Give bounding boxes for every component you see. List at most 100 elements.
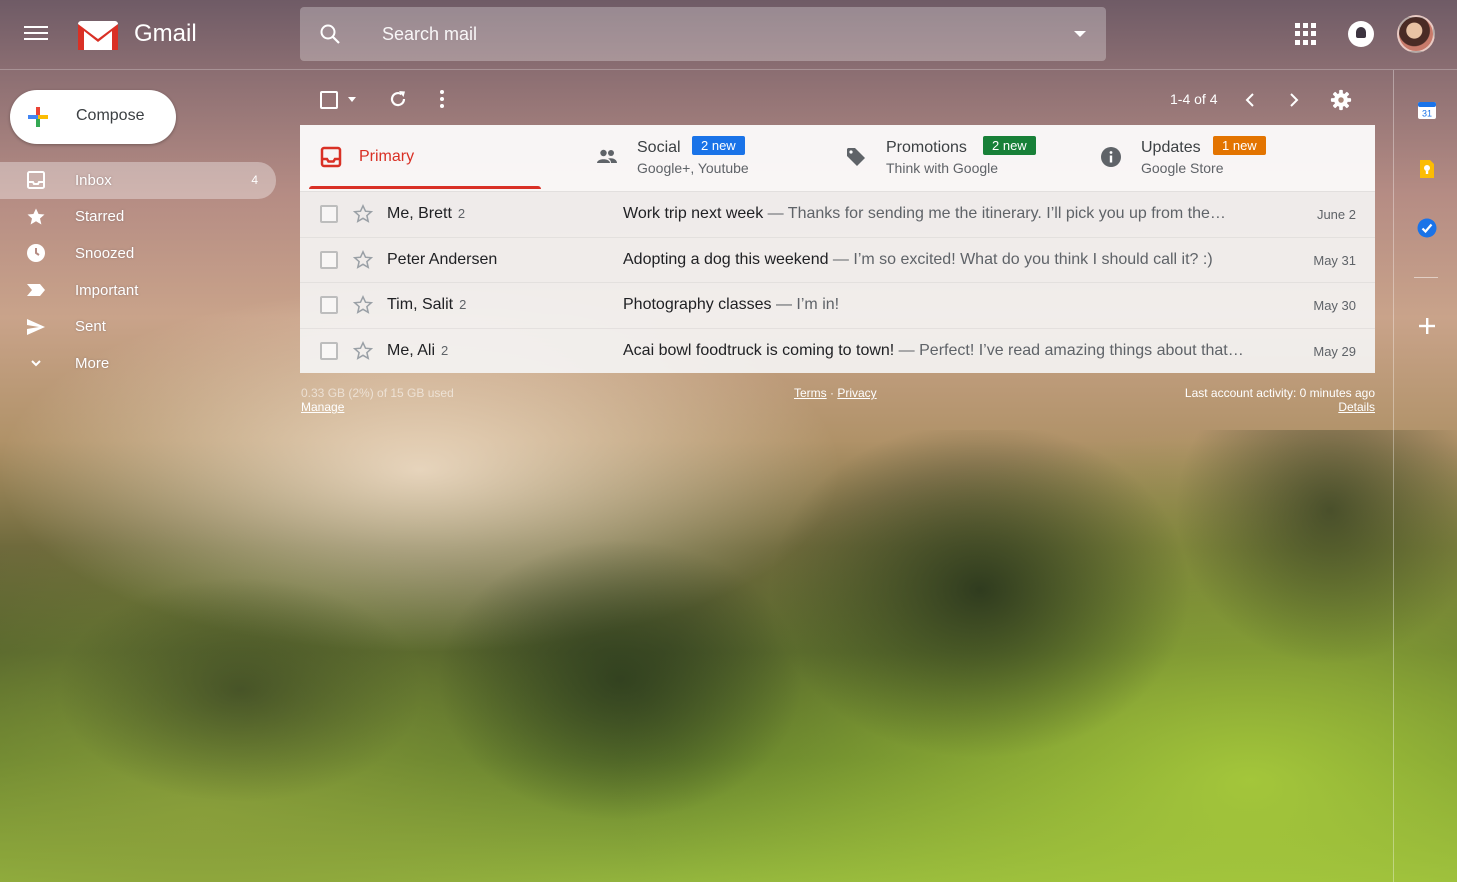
email-row[interactable]: Peter Andersen Adopting a dog this weeke…	[300, 236, 1375, 283]
pagination-text: 1-4 of 4	[1170, 91, 1218, 107]
thread-count: 2	[441, 342, 449, 358]
gear-icon[interactable]	[1330, 89, 1352, 111]
new-count-badge: 1 new	[1213, 136, 1266, 155]
email-list: Me, Brett 2 Work trip next week — Thanks …	[300, 191, 1375, 373]
email-row[interactable]: Me, Ali 2 Acai bowl foodtruck is coming t…	[300, 327, 1375, 374]
row-checkbox[interactable]	[320, 250, 338, 269]
tab-title: Social	[637, 139, 681, 156]
select-options-caret-icon[interactable]	[348, 97, 356, 102]
email-subject: Work trip next week	[623, 205, 764, 222]
unread-count: 4	[251, 173, 258, 188]
email-sender: Me, Brett	[387, 205, 452, 222]
sidebar-item-inbox[interactable]: Inbox 4	[0, 162, 276, 199]
clock-icon	[27, 244, 45, 263]
sidebar-item-label: More	[75, 354, 110, 372]
email-sender: Peter Andersen	[387, 250, 498, 268]
email-date: May 31	[1313, 252, 1356, 268]
sidebar-item-label: Starred	[75, 208, 125, 226]
keep-icon[interactable]	[1417, 159, 1437, 179]
inbox-icon	[320, 146, 342, 168]
tab-subtitle: Think with Google	[886, 160, 999, 176]
sidebar-item-sent[interactable]: Sent	[0, 308, 276, 345]
add-addon-icon[interactable]	[1417, 316, 1437, 336]
google-apps-icon[interactable]	[1295, 23, 1317, 45]
main-menu-icon[interactable]	[22, 22, 50, 46]
refresh-icon[interactable]	[388, 89, 408, 109]
star-outline-icon[interactable]	[353, 249, 373, 270]
email-subject: Acai bowl foodtruck is coming to town!	[623, 341, 895, 359]
account-activity: Last account activity: 0 minutes ago Det…	[1100, 386, 1375, 414]
sidebar-item-label: Sent	[75, 318, 106, 336]
star-outline-icon[interactable]	[353, 204, 373, 224]
email-snippet: — Perfect! I’ve read amazing things abou…	[894, 341, 1244, 359]
email-row[interactable]: Me, Brett 2 Work trip next week — Thanks …	[300, 191, 1375, 237]
inbox-icon	[27, 171, 45, 190]
notifications-icon[interactable]	[1348, 21, 1374, 47]
calendar-day: 31	[1422, 109, 1432, 119]
search-icon[interactable]	[318, 22, 342, 46]
storage-info: 0.33 GB (2%) of 15 GB used Manage	[301, 386, 454, 414]
thread-count: 2	[457, 206, 466, 221]
app-header: Gmail	[0, 0, 1457, 70]
compose-label: Compose	[76, 107, 145, 124]
tasks-icon[interactable]	[1417, 218, 1437, 238]
sidebar-item-more[interactable]: More	[0, 345, 276, 382]
sidebar-nav: Inbox 4 Starred Snoozed Important Sent M…	[0, 162, 276, 382]
tab-primary[interactable]: Primary	[300, 125, 550, 191]
email-snippet: — I’m in!	[771, 296, 840, 313]
avatar[interactable]	[1397, 15, 1435, 53]
row-checkbox[interactable]	[320, 205, 338, 223]
compose-button[interactable]: Compose	[10, 90, 176, 144]
star-outline-icon[interactable]	[353, 295, 373, 315]
email-date: May 30	[1313, 298, 1356, 313]
more-options-icon[interactable]	[440, 90, 444, 110]
chevron-right-icon[interactable]	[1288, 92, 1300, 108]
mail-toolbar: 1-4 of 4	[300, 80, 1375, 120]
info-icon	[1101, 147, 1121, 167]
sidebar-item-starred[interactable]: Starred	[0, 199, 276, 236]
email-sender: Me, Ali	[387, 341, 436, 359]
row-checkbox[interactable]	[320, 341, 338, 360]
email-snippet: — I’m so excited! What do you think I sh…	[828, 250, 1213, 268]
star-outline-icon[interactable]	[353, 340, 373, 361]
calendar-icon[interactable]: 31	[1417, 100, 1437, 120]
tag-icon	[847, 148, 865, 166]
legal-links: Terms · Privacy	[794, 386, 877, 400]
email-snippet: — Thanks for sending me the itinerary. I…	[763, 205, 1226, 222]
chevron-down-icon	[31, 360, 41, 367]
email-row[interactable]: Tim, Salit 2 Photography classes — I’m in…	[300, 282, 1375, 328]
tab-updates[interactable]: Updates 1 new Google Store	[1100, 125, 1360, 191]
tab-social[interactable]: Social 2 new Google+, Youtube	[590, 125, 830, 191]
manage-storage-link[interactable]: Manage	[301, 400, 344, 414]
last-activity-text: Last account activity: 0 minutes ago	[1184, 386, 1375, 400]
search-bar	[300, 7, 1106, 61]
active-tab-indicator	[309, 186, 541, 189]
inbox-panel: Primary Social 2 new Google+, Youtube Pr…	[300, 125, 1375, 373]
side-panel-rail: 31	[1393, 70, 1457, 882]
select-all-checkbox[interactable]	[320, 91, 338, 109]
new-count-badge: 2 new	[692, 136, 745, 155]
row-checkbox[interactable]	[320, 296, 338, 314]
search-input[interactable]	[382, 19, 1042, 49]
details-link[interactable]: Details	[1338, 400, 1375, 414]
email-subject: Adopting a dog this weekend	[623, 250, 829, 268]
sidebar-item-snoozed[interactable]: Snoozed	[0, 235, 276, 272]
plus-icon	[28, 107, 48, 127]
gmail-logo-icon[interactable]	[76, 18, 120, 52]
send-icon	[27, 318, 45, 335]
sidebar-item-label: Important	[75, 281, 139, 299]
app-name: Gmail	[134, 20, 197, 47]
thread-count: 2	[459, 297, 467, 312]
important-icon	[27, 284, 45, 297]
tab-promotions[interactable]: Promotions 2 new Think with Google	[845, 125, 1085, 191]
tab-title: Promotions	[886, 139, 967, 156]
sidebar-item-important[interactable]: Important	[0, 272, 276, 309]
privacy-link[interactable]: Privacy	[837, 386, 876, 400]
terms-link[interactable]: Terms	[794, 386, 827, 400]
email-sender: Tim, Salit	[387, 296, 454, 313]
chevron-left-icon[interactable]	[1244, 92, 1256, 108]
tab-title: Updates	[1141, 139, 1201, 156]
storage-usage: 0.33 GB (2%) of 15 GB used	[301, 386, 454, 400]
search-options-caret-icon[interactable]	[1074, 31, 1086, 37]
star-icon	[27, 208, 45, 225]
